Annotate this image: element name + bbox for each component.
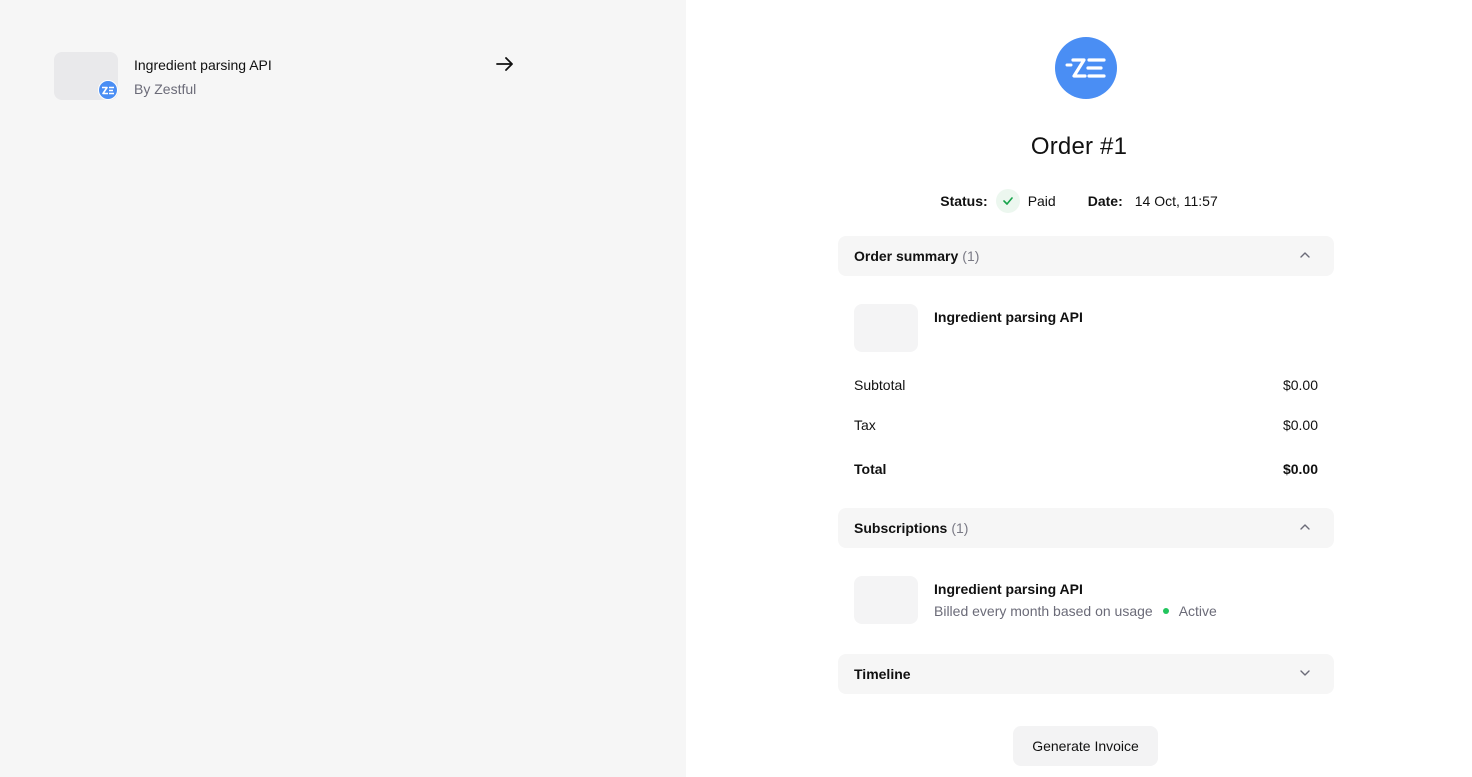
chevron-up-icon[interactable] (1298, 520, 1312, 534)
arrow-right-icon[interactable] (496, 54, 514, 74)
tax-value: $0.00 (1282, 417, 1318, 433)
product-vendor: By Zestful (134, 81, 197, 97)
order-item-thumbnail (854, 304, 918, 352)
subscriptions-header[interactable]: Subscriptions (1) (838, 508, 1334, 548)
zestful-logo-icon (98, 80, 118, 100)
subtotal-value: $0.00 (1282, 377, 1318, 393)
status-value: Paid (1027, 193, 1056, 209)
order-item-name: Ingredient parsing API (934, 309, 1083, 325)
subtotal-label: Subtotal (854, 377, 906, 393)
product-name: Ingredient parsing API (134, 57, 272, 73)
total-label: Total (854, 461, 887, 477)
timeline-header[interactable]: Timeline (838, 654, 1334, 694)
order-summary-count: (1) (962, 248, 980, 264)
order-title: Order #1 (1030, 133, 1128, 160)
status-label: Status: (940, 193, 988, 209)
subscriptions-count: (1) (951, 520, 969, 536)
product-card[interactable]: Ingredient parsing API By Zestful (54, 52, 524, 100)
subtotal-row: Subtotal $0.00 (854, 375, 1318, 395)
left-pane: Ingredient parsing API By Zestful (0, 0, 686, 777)
chevron-up-icon[interactable] (1298, 248, 1312, 262)
subscription-item-name: Ingredient parsing API (934, 581, 1083, 597)
subscription-item-thumbnail (854, 576, 918, 624)
chevron-down-icon[interactable] (1298, 666, 1312, 680)
right-pane: Order #1 Status: Paid Date: 14 Oct, 11:5… (686, 0, 1472, 777)
page: Ingredient parsing API By Zestful Order … (0, 0, 1472, 777)
subscriptions-label: Subscriptions (854, 520, 948, 536)
date-label: Date: (1087, 193, 1123, 209)
active-status-dot (1162, 608, 1169, 614)
tax-label: Tax (854, 417, 876, 433)
date-value: 14 Oct, 11:57 (1134, 193, 1218, 209)
order-summary-header[interactable]: Order summary (1) (838, 236, 1334, 276)
total-row: Total $0.00 (854, 459, 1318, 479)
status-row: Status: Paid Date: 14 Oct, 11:57 (686, 189, 1472, 213)
tax-row: Tax $0.00 (854, 415, 1318, 435)
zestful-logo-icon (1055, 37, 1117, 99)
timeline-label: Timeline (854, 666, 911, 682)
subscription-billing: Billed every month based on usage (934, 603, 1153, 619)
subscription-status: Active (1178, 603, 1217, 619)
subscription-details: Billed every month based on usage Active (934, 603, 1217, 619)
order-summary-label: Order summary (854, 248, 959, 264)
total-value: $0.00 (1282, 461, 1318, 477)
generate-invoice-button[interactable]: Generate Invoice (1013, 726, 1158, 766)
check-icon (995, 189, 1020, 213)
